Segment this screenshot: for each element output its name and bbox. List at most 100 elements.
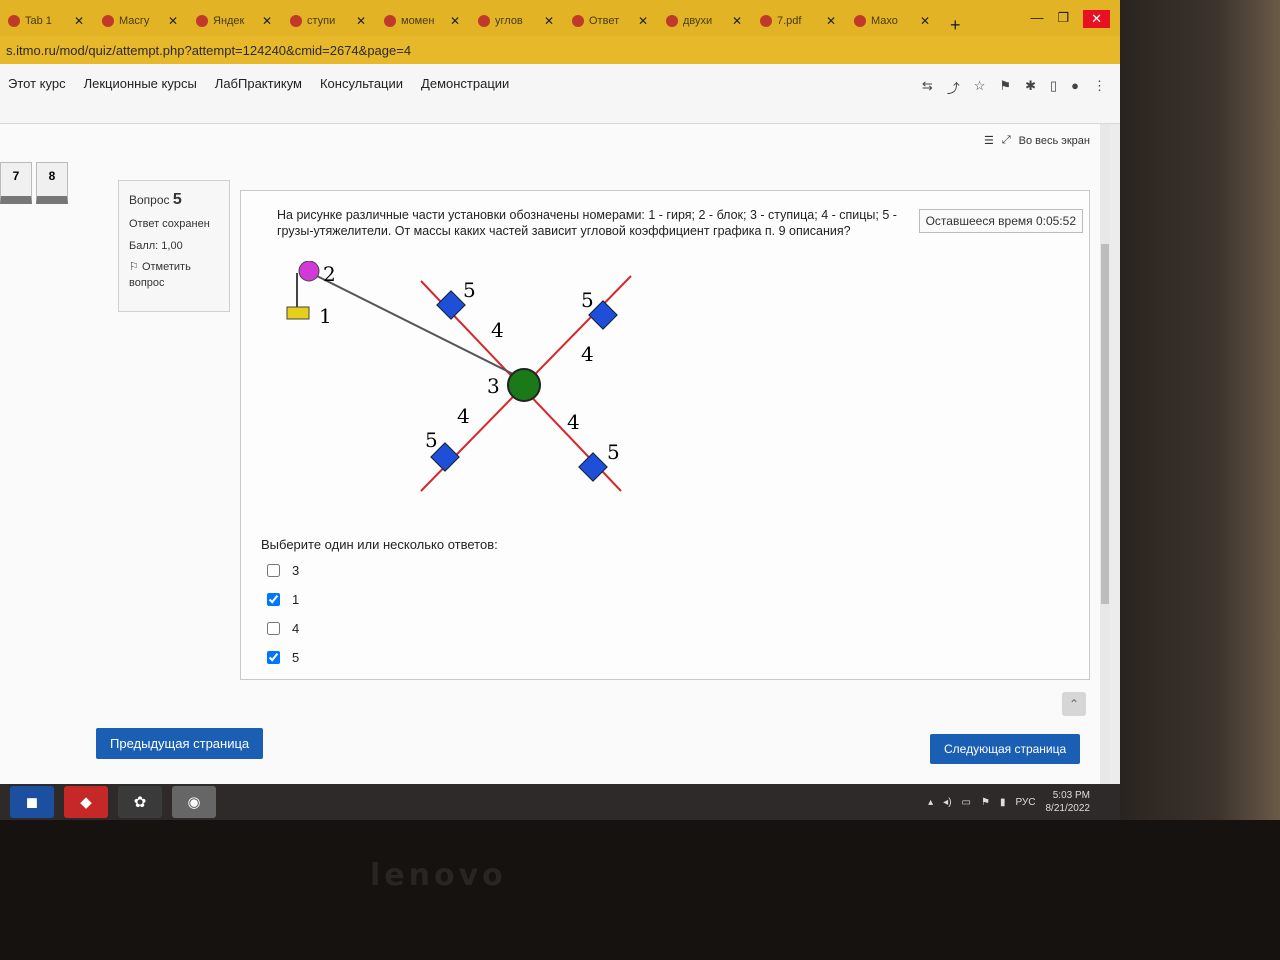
browser-toolbar-icons: ⇆ ⤴ ☆ ⚑ ✱ ▯ ● ⋮ bbox=[922, 78, 1106, 97]
scrollbar[interactable] bbox=[1100, 124, 1110, 784]
browser-tab[interactable]: Масгу ✕ bbox=[94, 6, 186, 36]
close-icon[interactable]: ✕ bbox=[638, 14, 648, 28]
puzzle-icon[interactable]: ✱ bbox=[1025, 78, 1036, 97]
browser-tab[interactable]: двухи ✕ bbox=[658, 6, 750, 36]
close-window-icon[interactable]: ✕ bbox=[1083, 10, 1110, 28]
sidebar-icon[interactable]: ▯ bbox=[1050, 78, 1057, 97]
clock[interactable]: 5:03 PM 8/21/2022 bbox=[1046, 789, 1091, 815]
close-icon[interactable]: ✕ bbox=[826, 14, 836, 28]
load-label: 5 bbox=[607, 440, 620, 464]
address-bar bbox=[0, 36, 1120, 64]
hub-shape bbox=[507, 368, 541, 402]
previous-page-button[interactable]: Предыдущая страница bbox=[96, 728, 264, 759]
answer-label: 5 bbox=[292, 650, 300, 665]
nav-link-lectures[interactable]: Лекционные курсы bbox=[84, 76, 197, 91]
quiz-navigation: 7 8 bbox=[0, 162, 68, 204]
answer-option[interactable]: 3 bbox=[267, 563, 299, 578]
load-label: 5 bbox=[581, 288, 594, 312]
star-icon[interactable]: ☆ bbox=[974, 78, 986, 97]
browser-tab[interactable]: Ответ ✕ bbox=[564, 6, 656, 36]
flag-question[interactable]: ⚐ Отметить вопрос bbox=[129, 260, 219, 291]
close-icon[interactable]: ✕ bbox=[450, 14, 460, 28]
battery-icon[interactable]: ▮ bbox=[1000, 797, 1006, 808]
fullscreen-control[interactable]: ☰ ⤢ Во весь экран bbox=[984, 134, 1090, 147]
nav-link-demos[interactable]: Демонстрации bbox=[421, 76, 509, 91]
share-icon[interactable]: ⤴ bbox=[947, 78, 960, 97]
app-icon[interactable]: ◆ bbox=[64, 786, 108, 818]
favicon-icon bbox=[384, 15, 396, 27]
close-icon[interactable]: ✕ bbox=[544, 14, 554, 28]
question-status: Ответ сохранен bbox=[129, 218, 210, 231]
quiz-nav-button[interactable]: 8 bbox=[36, 162, 68, 204]
app-icon[interactable]: ✿ bbox=[118, 786, 162, 818]
menu-icon[interactable]: ⋮ bbox=[1093, 78, 1106, 97]
chevron-up-icon[interactable]: ▴ bbox=[928, 797, 933, 808]
tab-label: момен bbox=[401, 15, 435, 27]
browser-tab[interactable]: Яндек ✕ bbox=[188, 6, 280, 36]
extension-icon[interactable]: ⚑ bbox=[999, 78, 1011, 97]
answer-checkbox[interactable] bbox=[267, 564, 280, 577]
profile-icon[interactable]: ● bbox=[1071, 78, 1079, 97]
load-shape bbox=[578, 452, 608, 482]
tab-label: Махо bbox=[871, 15, 898, 27]
tab-label: Масгу bbox=[119, 15, 150, 27]
load-shape bbox=[436, 290, 466, 320]
favicon-icon bbox=[760, 15, 772, 27]
list-icon[interactable]: ☰ bbox=[984, 134, 994, 147]
ide-app-icon[interactable]: ◼ bbox=[10, 786, 54, 818]
url-input[interactable] bbox=[6, 42, 606, 58]
browser-tab[interactable]: 7.pdf ✕ bbox=[752, 6, 844, 36]
pulley-shape bbox=[298, 261, 320, 282]
minimize-icon[interactable]: — bbox=[1030, 10, 1043, 28]
answer-label: 1 bbox=[292, 592, 300, 607]
browser-tab[interactable]: ступи ✕ bbox=[282, 6, 374, 36]
flag-icon[interactable]: ⚑ bbox=[981, 797, 990, 808]
nav-link-course[interactable]: Этот курс bbox=[8, 76, 66, 91]
close-icon[interactable]: ✕ bbox=[920, 14, 930, 28]
close-icon[interactable]: ✕ bbox=[732, 14, 742, 28]
close-icon[interactable]: ✕ bbox=[356, 14, 366, 28]
close-icon[interactable]: ✕ bbox=[74, 14, 84, 28]
browser-tab[interactable]: момен ✕ bbox=[376, 6, 468, 36]
browser-tab[interactable]: Махо ✕ bbox=[846, 6, 938, 36]
weight-label: 1 bbox=[319, 304, 332, 328]
spoke-label: 4 bbox=[567, 410, 580, 434]
answer-option[interactable]: 1 bbox=[267, 592, 299, 607]
laptop-bezel bbox=[1120, 0, 1280, 820]
browser-tab[interactable]: Tab 1 ✕ bbox=[0, 6, 92, 36]
answer-label: 3 bbox=[292, 563, 300, 578]
browser-tab[interactable]: углов ✕ bbox=[470, 6, 562, 36]
answer-checkbox[interactable] bbox=[267, 622, 280, 635]
spoke-label: 4 bbox=[581, 342, 594, 366]
answer-checkbox[interactable] bbox=[267, 651, 280, 664]
answers-prompt: Выберите один или несколько ответов: bbox=[261, 537, 498, 552]
language-indicator[interactable]: РУС bbox=[1015, 797, 1035, 808]
browser-app-icon[interactable]: ◉ bbox=[172, 786, 216, 818]
favicon-icon bbox=[196, 15, 208, 27]
expand-icon: ⤢ bbox=[1001, 134, 1011, 146]
translate-icon[interactable]: ⇆ bbox=[922, 78, 933, 97]
maximize-icon[interactable]: ❐ bbox=[1057, 10, 1069, 28]
favicon-icon bbox=[8, 15, 20, 27]
nav-link-consultations[interactable]: Консультации bbox=[320, 76, 403, 91]
scroll-thumb[interactable] bbox=[1101, 244, 1109, 604]
fullscreen-label: Во весь экран bbox=[1018, 134, 1090, 147]
nav-link-labs[interactable]: ЛабПрактикум bbox=[215, 76, 302, 91]
close-icon[interactable]: ✕ bbox=[168, 14, 178, 28]
network-icon[interactable]: ▭ bbox=[962, 797, 971, 808]
quiz-nav-button[interactable]: 7 bbox=[0, 162, 32, 204]
scroll-to-top-button[interactable]: ⌃ bbox=[1062, 692, 1086, 716]
system-tray: ▴ ◂) ▭ ⚑ ▮ РУС 5:03 PM 8/21/2022 bbox=[928, 789, 1120, 815]
answer-option[interactable]: 4 bbox=[267, 621, 299, 636]
laptop-brand-logo: lenovo bbox=[370, 858, 507, 893]
new-tab-button[interactable]: + bbox=[940, 15, 971, 36]
flag-icon: ⚐ bbox=[129, 261, 139, 274]
answer-option[interactable]: 5 bbox=[267, 650, 299, 665]
answer-checkbox[interactable] bbox=[267, 593, 280, 606]
close-icon[interactable]: ✕ bbox=[262, 14, 272, 28]
weight-shape bbox=[286, 306, 310, 320]
next-page-button[interactable]: Следующая страница bbox=[930, 734, 1081, 764]
site-navigation: Этот курс Лекционные курсы ЛабПрактикум … bbox=[0, 64, 1120, 124]
question-info: Вопрос 5 Ответ сохранен Балл: 1,00 ⚐ Отм… bbox=[118, 180, 230, 312]
volume-icon[interactable]: ◂) bbox=[943, 797, 951, 808]
